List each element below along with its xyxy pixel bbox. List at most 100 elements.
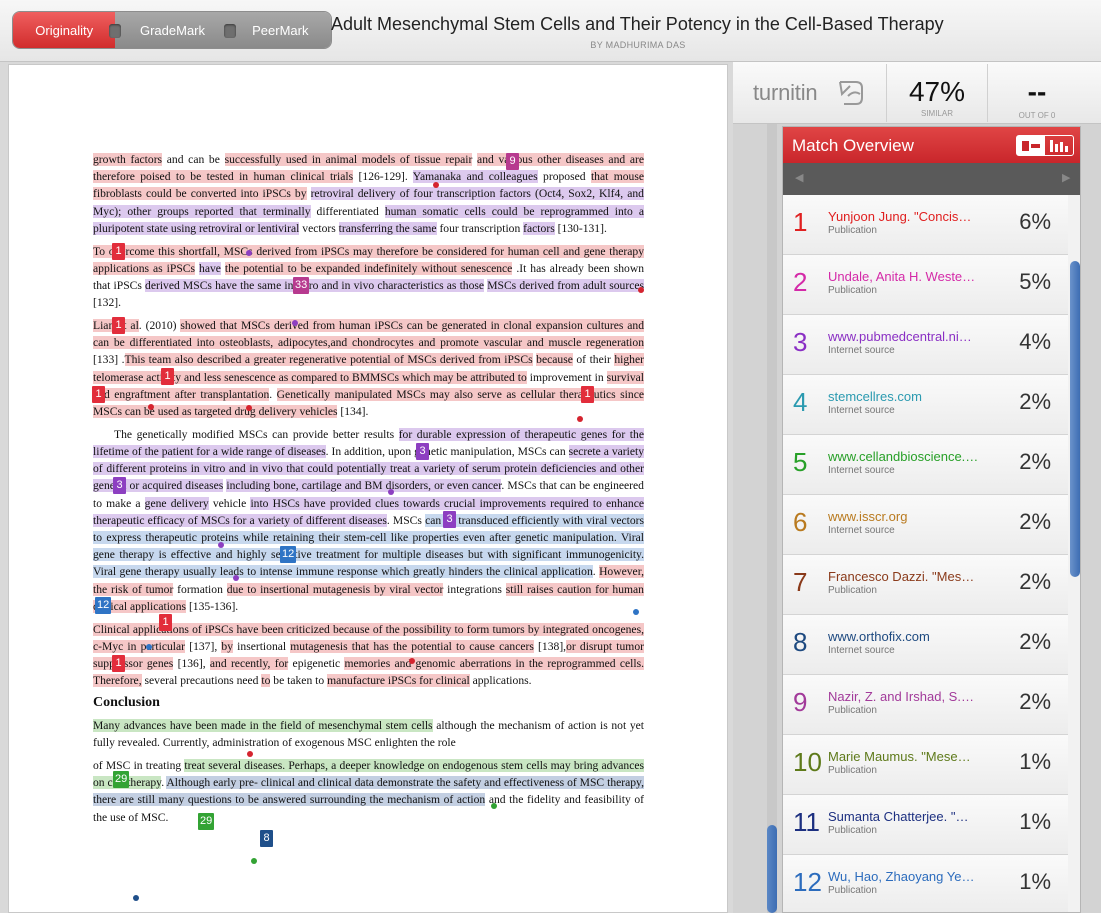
tab-grademark-label: GradeMark [139,22,206,38]
match-marker[interactable]: 1 [159,614,172,631]
match-end-dot [388,489,394,495]
match-number: 1 [793,207,808,237]
match-end-dot [233,575,239,581]
tab-originality-label: Originality [35,22,94,38]
match-marker[interactable]: 29 [113,771,130,788]
match-number: 3 [793,327,808,357]
match-number: 4 [793,387,808,417]
bar-chart-icon [1050,139,1068,152]
match-end-dot [218,542,224,548]
match-item[interactable]: 11 Sumanta Chatterjee. "… Publication 1% [783,795,1068,855]
match-marker[interactable]: 1 [92,386,105,403]
match-item[interactable]: 5 www.cellandbioscience.… Internet source 2… [783,435,1068,495]
match-list-scrollbar[interactable] [1070,261,1080,577]
match-item[interactable]: 6 www.isscr.org Internet source 2% [783,495,1068,555]
match-number: 7 [793,567,808,597]
chart-view-button[interactable] [1045,136,1073,155]
paragraph-3: Lian et al. (2010) showed that MSCs deri… [93,319,645,419]
tab-divider-handle [109,24,122,38]
match-item[interactable]: 3 www.pubmedcentral.ni… Internet source 4% [783,315,1068,375]
match-source-type: Publication [828,885,877,896]
match-marker[interactable]: 1 [161,368,174,385]
match-item[interactable]: 8 www.orthofix.com Internet source 2% [783,615,1068,675]
match-percent: 2% [1019,449,1051,474]
match-end-dot [133,895,139,901]
match-end-dot [633,609,639,615]
match-source-name: Nazir, Z. and Irshad, S.… [828,689,974,704]
list-view-button[interactable] [1017,136,1045,155]
match-end-dot [433,182,439,188]
turnitin-logo-icon [839,81,863,105]
match-number: 5 [793,447,808,477]
match-marker[interactable]: 29 [198,813,215,830]
similarity-percent[interactable]: 47% [889,76,985,108]
match-source-name: stemcellres.com [828,389,922,404]
grade-value[interactable]: -- [989,76,1085,108]
tab-originality[interactable]: Originality [13,12,116,48]
match-source-name: Yunjoon Jung. "Concis… [828,209,972,224]
match-marker[interactable]: 1 [112,655,125,672]
match-end-dot [292,320,298,326]
header-separator [886,64,887,122]
match-source-type: Publication [828,225,877,236]
match-source-type: Publication [828,285,877,296]
page-scrollbar-track[interactable] [767,124,777,913]
match-percent: 1% [1019,809,1051,834]
mode-tabs: Originality GradeMark PeerMark [12,11,332,49]
tab-peermark-label: PeerMark [252,22,309,38]
match-source-name: www.isscr.org [828,509,908,524]
match-end-dot [246,250,252,256]
match-overview-header: Match Overview [783,127,1080,163]
match-percent: 1% [1019,749,1051,774]
match-marker[interactable]: 1 [112,243,125,260]
match-item[interactable]: 9 Nazir, Z. and Irshad, S.… Publication 2% [783,675,1068,735]
match-number: 10 [793,747,822,777]
match-item[interactable]: 7 Francesco Dazzi. "Mes… Publication 2% [783,555,1068,615]
document-viewer[interactable]: growth factors and can be successfully u… [8,64,728,913]
match-item[interactable]: 12 Wu, Hao, Zhaoyang Ye… Publication 1% [783,855,1068,912]
match-source-name: www.pubmedcentral.ni… [828,329,972,344]
view-toggle [1016,135,1074,156]
previous-arrow-icon[interactable]: ◀ [795,171,803,184]
match-source-type: Publication [828,825,877,836]
match-overview-panel: Match Overview ◀ ▶ 1 Yunjoon Jung. "Conc… [782,126,1081,913]
match-source-name: Wu, Hao, Zhaoyang Ye… [828,869,975,884]
match-source-name: Marie Maumus. "Mese… [828,749,971,764]
match-marker[interactable]: 3 [113,477,126,494]
match-percent: 1% [1019,869,1051,894]
tab-peermark[interactable]: PeerMark [223,12,331,48]
match-source-name: Francesco Dazzi. "Mes… [828,569,975,584]
match-marker[interactable]: 12 [280,546,297,563]
paragraph-6: Many advances have been made in the fiel… [93,719,645,750]
match-percent: 2% [1019,629,1051,654]
document-title: Adult Mesenchymal Stem Cells and Their P… [331,14,944,34]
match-marker[interactable]: 1 [112,317,125,334]
match-marker[interactable]: 8 [260,830,273,847]
match-overview-title: Match Overview [792,136,914,155]
match-number: 2 [793,267,808,297]
match-marker[interactable]: 33 [293,277,310,294]
grade-label: OUT OF 0 [1018,111,1056,120]
match-source-type: Internet source [828,465,895,476]
match-end-dot [638,287,644,293]
match-end-dot [146,644,152,650]
match-marker[interactable]: 3 [416,443,429,460]
match-item[interactable]: 4 stemcellres.com Internet source 2% [783,375,1068,435]
match-marker[interactable]: 1 [581,386,594,403]
match-item[interactable]: 10 Marie Maumus. "Mese… Publication 1% [783,735,1068,795]
paragraph-1: growth factors and can be successfully u… [93,153,644,235]
match-marker[interactable]: 9 [506,153,519,170]
match-marker[interactable]: 3 [443,511,456,528]
page-scrollbar-thumb[interactable] [767,825,777,913]
match-percent: 2% [1019,569,1051,594]
match-item[interactable]: 2 Undale, Anita H. Weste… Publication 5% [783,255,1068,315]
header-separator [987,64,988,122]
match-marker[interactable]: 12 [95,597,112,614]
match-source-type: Publication [828,765,877,776]
match-item[interactable]: 1 Yunjoon Jung. "Concis… Publication 6% [783,195,1068,255]
tab-grademark[interactable]: GradeMark [109,12,230,48]
paragraph-4: The genetically modified MSCs can provid… [93,427,645,613]
match-number: 12 [793,867,822,897]
next-arrow-icon[interactable]: ▶ [1062,171,1070,184]
match-source-name: www.cellandbioscience.… [828,449,979,464]
